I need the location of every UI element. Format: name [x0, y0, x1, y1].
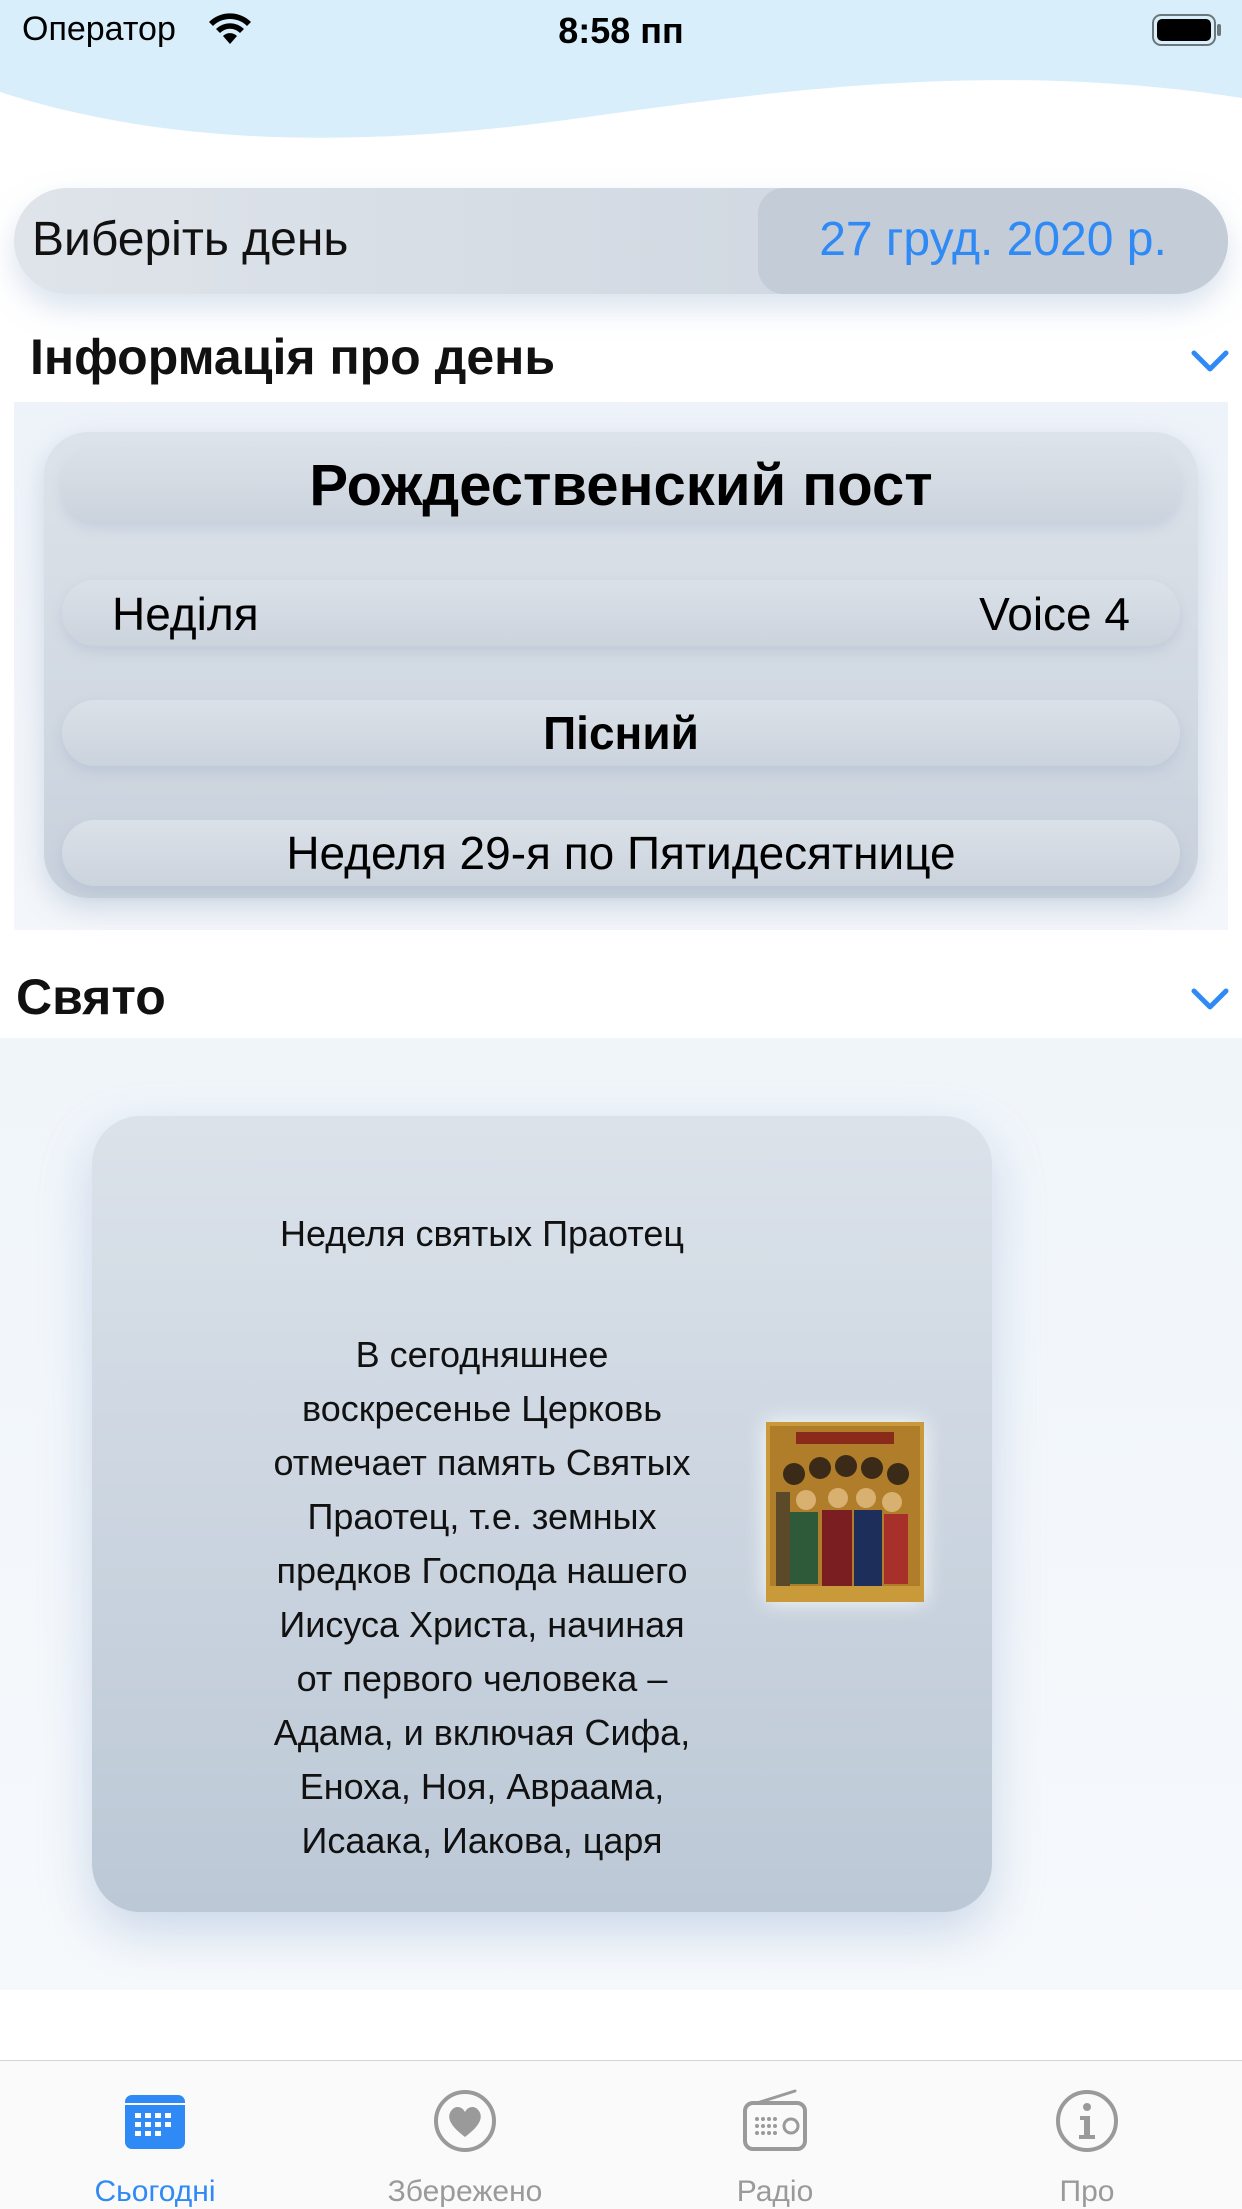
chevron-down-icon[interactable]	[1190, 986, 1230, 1012]
week-name: Неделя 29-я по Пятидесятнице	[286, 827, 956, 879]
weekday-label: Неділя	[112, 588, 259, 640]
calendar-icon	[125, 2095, 185, 2149]
radio-icon	[743, 2089, 807, 2151]
chevron-down-icon[interactable]	[1190, 348, 1230, 374]
date-picker-value-button[interactable]: 27 груд. 2020 р.	[758, 188, 1228, 294]
feast-description: В сегодняшнее воскресенье Церковь отмеча…	[273, 1334, 691, 1861]
tab-saved[interactable]: Збережено	[355, 2061, 575, 2209]
fasting-type-row: Пісний	[62, 700, 1180, 766]
day-info-title: Інформація про день	[30, 329, 556, 385]
tab-label: Про	[1059, 2175, 1115, 2208]
weekday-row: Неділя Voice 4	[62, 580, 1180, 646]
icon-image[interactable]	[766, 1422, 924, 1602]
week-row: Неделя 29-я по Пятидесятнице	[62, 820, 1180, 886]
heart-icon	[434, 2090, 496, 2152]
tab-about[interactable]: Про	[977, 2061, 1197, 2209]
info-icon	[1056, 2090, 1118, 2152]
status-bar: Оператор 8:58 пп	[0, 0, 1242, 64]
tab-label: Збережено	[387, 2175, 543, 2208]
fast-name: Рождественский пост	[309, 453, 933, 518]
holiday-section-title: Свято	[16, 969, 166, 1025]
day-info-card: Рождественский пост Неділя Voice 4 Пісни…	[44, 432, 1198, 898]
selected-date: 27 груд. 2020 р.	[819, 213, 1167, 266]
date-picker-label: Виберіть день	[32, 213, 349, 266]
tab-label: Сьогодні	[94, 2175, 216, 2208]
holiday-card[interactable]: Неделя святых Праотец В сегодняшнее воск…	[92, 1116, 992, 1912]
tab-bar: Сьогодні Збережено Радіо Про	[0, 2060, 1242, 2209]
status-time: 8:58 пп	[558, 10, 684, 51]
date-picker-row[interactable]: Виберіть день 27 груд. 2020 р.	[14, 188, 1228, 294]
tab-today[interactable]: Сьогодні	[45, 2061, 265, 2209]
fast-row: Рождественский пост	[62, 450, 1180, 522]
feast-title: Неделя святых Праотец	[279, 1213, 684, 1254]
battery-icon	[1152, 14, 1221, 46]
tab-radio[interactable]: Радіо	[665, 2061, 885, 2209]
voice-label: Voice 4	[979, 588, 1130, 640]
tab-label: Радіо	[736, 2175, 814, 2208]
fasting-type: Пісний	[543, 707, 699, 759]
